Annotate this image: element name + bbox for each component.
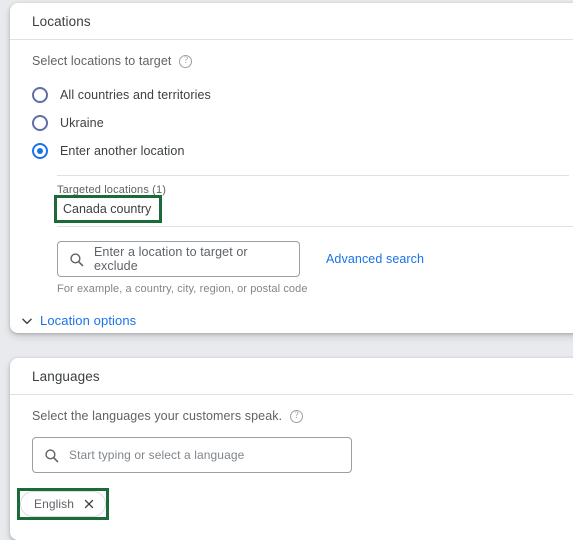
close-icon[interactable] [83,498,95,510]
targeted-locations-block: Targeted locations (1) Canada country En… [53,175,573,295]
select-languages-label-text: Select the languages your customers spea… [32,409,283,423]
location-options-toggle[interactable]: Location options [20,313,569,328]
location-search-row: Enter a location to target or exclude Ad… [57,227,569,277]
search-icon [70,252,84,266]
radio-label-enter-another-location: Enter another location [60,143,185,158]
search-icon [45,448,59,462]
language-search-placeholder: Start typing or select a language [69,448,245,462]
targeted-location-item[interactable]: Canada country [53,195,163,223]
radio-indicator-all-countries[interactable] [32,86,48,103]
locations-title: Locations [32,13,91,29]
radio-indicator-ukraine[interactable] [32,114,48,131]
chevron-down-icon [22,318,32,324]
locations-card: Locations Select locations to target ? A… [10,3,573,333]
radio-label-all-countries: All countries and territories [60,87,211,102]
advanced-search-link[interactable]: Advanced search [326,252,424,266]
help-circle-icon[interactable]: ? [179,54,193,68]
location-search-hint: For example, a country, city, region, or… [57,283,308,295]
language-chip-label: English [34,497,75,511]
languages-title: Languages [32,368,100,384]
location-options-label: Location options [40,313,137,328]
locations-card-header: Locations [10,3,573,40]
language-chip-list: English [16,488,110,520]
language-search-input[interactable]: Start typing or select a language [32,437,352,473]
targeted-locations-list: Canada country [53,195,573,227]
select-locations-label: Select locations to target ? [32,54,569,68]
radio-option-all-countries[interactable]: All countries and territories [32,82,569,107]
help-circle-icon[interactable]: ? [290,409,304,423]
locations-card-body: Select locations to target ? All countri… [10,54,573,328]
targeted-locations-heading: Targeted locations (1) [57,184,167,196]
languages-card: Languages Select the languages your cust… [10,358,573,540]
radio-label-ukraine: Ukraine [60,115,104,130]
languages-card-body: Select the languages your customers spea… [10,409,573,520]
radio-option-ukraine[interactable]: Ukraine [32,110,569,135]
location-search-placeholder: Enter a location to target or exclude [94,245,248,273]
language-chip-english[interactable]: English [20,491,107,517]
location-target-radio-group: All countries and territories Ukraine En… [32,82,569,163]
select-locations-label-text: Select locations to target [32,54,172,68]
languages-card-header: Languages [10,358,573,395]
select-languages-label: Select the languages your customers spea… [32,409,569,423]
location-search-input[interactable]: Enter a location to target or exclude [57,241,300,277]
radio-indicator-enter-another-location[interactable] [32,142,48,159]
radio-option-enter-another-location[interactable]: Enter another location [32,138,569,163]
